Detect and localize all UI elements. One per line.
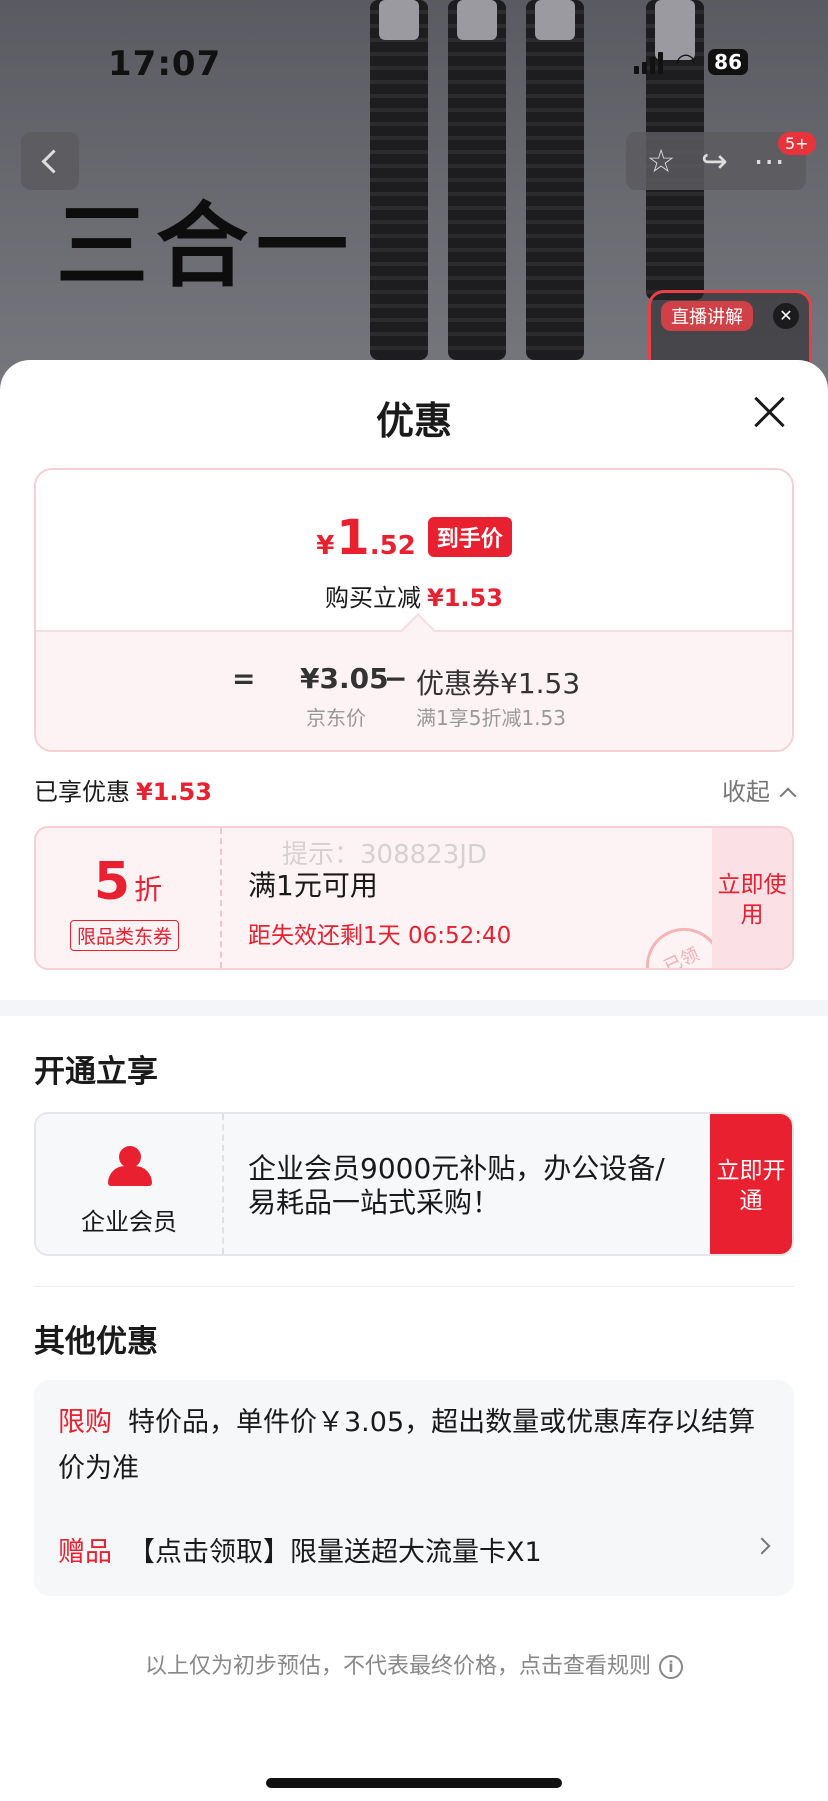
final-price-int: 1: [336, 510, 370, 566]
final-price: ¥ 1 .52 到手价: [36, 510, 792, 566]
coupon-type: 限品类东券: [70, 920, 180, 951]
coupon-rule: 满1享5折减1.53: [416, 706, 566, 730]
discount-sheet: 优惠 ¥ 1 .52 到手价 购买立减 ¥1.53 = ¥3.05 − 优惠券¥1…: [0, 360, 828, 1801]
gift-text: 【点击领取】限量送超大流量卡X1: [128, 1537, 542, 1568]
plug-lightning: [379, 0, 419, 40]
info-icon[interactable]: i: [659, 1655, 683, 1679]
enjoyed-label: 已享优惠: [34, 778, 130, 806]
limit-tag: 限购: [58, 1407, 112, 1438]
message-badge: 5+: [778, 132, 816, 155]
final-price-dec: .52: [369, 531, 416, 561]
section-divider: [0, 1000, 828, 1016]
list-item-gift[interactable]: 赠品 【点击领取】限量送超大流量卡X1: [58, 1530, 542, 1569]
plug-micro: [535, 0, 575, 40]
vip-card: 企业会员 企业会员9000元补贴，办公设备/易耗品一站式采购！ 立即开通: [34, 1112, 794, 1256]
coupon-discount-unit: 折: [134, 873, 163, 906]
status-icons: ◠ 86: [634, 48, 748, 76]
enjoyed-amount: ¥1.53: [136, 778, 212, 806]
price-card: ¥ 1 .52 到手价 购买立减 ¥1.53 = ¥3.05 − 优惠券¥1.53…: [34, 468, 794, 752]
other-discounts: 限购 特价品，单件价￥3.05，超出数量或优惠库存以结算价为准 赠品 【点击领取】限…: [34, 1380, 794, 1596]
calc-equals: =: [232, 662, 256, 695]
reduce-line: 购买立减 ¥1.53: [36, 578, 792, 613]
limit-text: 特价品，单件价￥3.05，超出数量或优惠库存以结算价为准: [58, 1407, 756, 1484]
back-button[interactable]: [21, 132, 79, 190]
signal-icon: [634, 50, 664, 74]
battery-icon: 86: [708, 49, 748, 75]
wifi-icon: ◠: [675, 48, 697, 76]
coupon-discount: 5折: [36, 852, 220, 912]
footnote[interactable]: 以上仅为初步预估，不代表最终价格，点击查看规则 i: [0, 1648, 828, 1680]
watermark: 提示：308823JD: [282, 840, 487, 870]
calc-coupon-part: 优惠券¥1.53: [416, 667, 581, 700]
calc-jd-price: ¥3.05: [300, 662, 389, 695]
product-image-area: 17:07 ◠ 86 三合一 ☆ ↪ ⋯ 5+ 直播讲解 ✕: [0, 0, 828, 400]
vip-description: 企业会员9000元补贴，办公设备/易耗品一站式采购！: [248, 1152, 665, 1219]
reduce-label: 购买立减: [325, 584, 422, 612]
calc-minus: −: [384, 662, 408, 695]
live-close-icon[interactable]: ✕: [773, 303, 799, 329]
footnote-text: 以上仅为初步预估，不代表最终价格，点击查看规则: [144, 1654, 651, 1679]
cable-lightning: [370, 0, 428, 360]
coupon-left: 5折 限品类东券: [36, 828, 222, 968]
person-icon: [108, 1146, 152, 1186]
open-vip-button[interactable]: 立即开通: [710, 1114, 792, 1254]
other-section-title: 其他优惠: [34, 1324, 158, 1360]
coupon-expire: 距失效还剩1天 06:52:40: [248, 923, 512, 949]
sheet-title: 优惠: [375, 399, 452, 443]
live-label: 直播讲解: [661, 301, 753, 331]
hero-text: 三合一: [56, 192, 357, 300]
cable-micro: [526, 0, 584, 360]
vip-label: 企业会员: [81, 1208, 177, 1236]
close-icon[interactable]: [748, 390, 792, 434]
list-item-limit: 限购 特价品，单件价￥3.05，超出数量或优惠库存以结算价为准: [58, 1400, 758, 1492]
use-coupon-button[interactable]: 立即使用: [712, 828, 792, 968]
cable-usbc: [448, 0, 506, 360]
final-price-tag: 到手价: [427, 517, 512, 557]
divider: [34, 1286, 794, 1287]
jd-price-label: 京东价: [306, 706, 366, 730]
plug-usbc: [457, 0, 497, 40]
gift-tag: 赠品: [58, 1537, 112, 1568]
status-time: 17:07: [108, 44, 222, 84]
home-indicator: [266, 1778, 562, 1788]
collapse-button[interactable]: 收起: [722, 772, 794, 807]
reduce-amount: ¥1.53: [427, 584, 503, 612]
chevron-right-icon[interactable]: [753, 1537, 771, 1555]
vip-left: 企业会员: [36, 1114, 224, 1254]
coupon-discount-value: 5: [93, 852, 131, 912]
star-icon[interactable]: ☆: [647, 145, 676, 177]
enjoyed-discount: 已享优惠 ¥1.53: [34, 772, 212, 807]
share-icon[interactable]: ↪: [701, 145, 728, 177]
currency-symbol: ¥: [316, 531, 335, 561]
vip-section-title: 开通立享: [34, 1054, 158, 1090]
